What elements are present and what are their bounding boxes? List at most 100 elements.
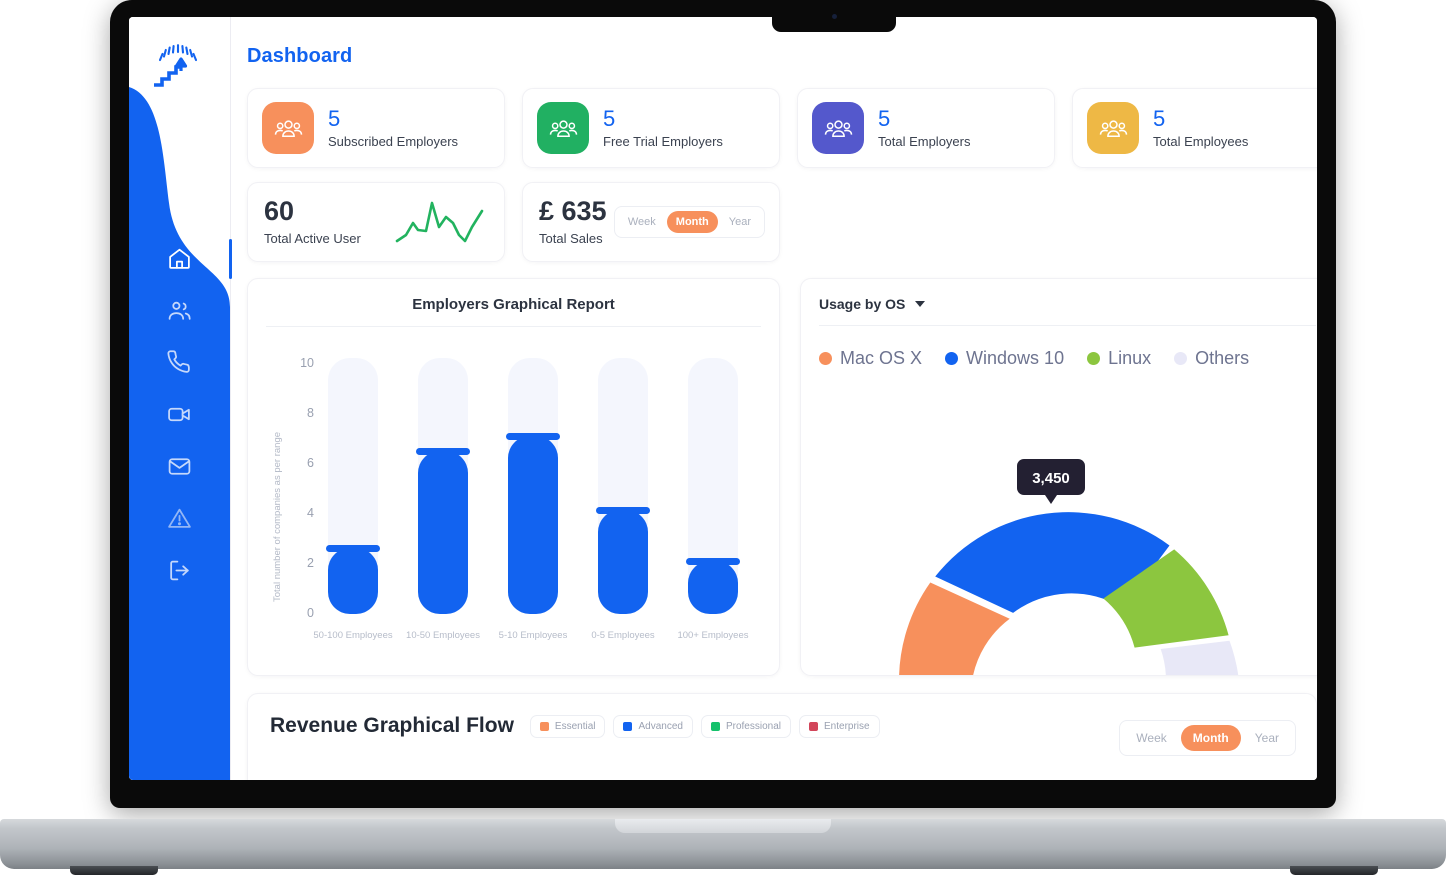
x-tick-0: 50-100 Employees <box>313 630 392 641</box>
bar-group-3 <box>596 358 650 614</box>
sidebar-item-video[interactable] <box>129 388 230 440</box>
sidebar-divider <box>230 17 231 780</box>
revenue-legend: Essential Advanced Professional Enterpri… <box>529 714 880 738</box>
revenue-legend-enterprise[interactable]: Enterprise <box>799 714 880 738</box>
stat-card-total-employers[interactable]: 5 Total Employers <box>797 88 1055 168</box>
legend-dot-others <box>1174 352 1188 365</box>
legend-label-others: Others <box>1195 348 1250 368</box>
revenue-range-year[interactable]: Year <box>1243 725 1291 751</box>
total-sales-label: Total Sales <box>539 231 603 246</box>
sales-range-toggle: Week Month Year <box>613 206 765 238</box>
employers-report-panel: Employers Graphical Report Total number … <box>247 278 780 676</box>
range-option-week[interactable]: Week <box>619 211 665 233</box>
stat-card-row: 5 Subscribed Employers 5 Free Trial Empl… <box>247 88 1317 168</box>
active-user-value: 60 <box>264 196 295 226</box>
legend-dot-linux <box>1087 352 1101 365</box>
gauge-segments <box>899 512 1239 675</box>
laptop-foot-right <box>1290 866 1378 875</box>
laptop-mockup: Dashboard 5 Subscribed Employers 5 Free … <box>0 0 1446 880</box>
os-legend: Mac OS X Windows 10 Linux Others <box>819 348 1316 369</box>
stat-value: 5 <box>1153 106 1166 132</box>
x-tick-1: 10-50 Employees <box>406 630 480 641</box>
legend-dot-mac <box>819 352 832 365</box>
stairs-growth-logo <box>154 44 198 87</box>
revenue-legend-professional[interactable]: Professional <box>700 714 791 738</box>
range-option-year[interactable]: Year <box>720 211 760 233</box>
bar-group-1 <box>416 358 470 614</box>
sidebar-item-home[interactable] <box>129 232 230 284</box>
sidebar-item-calls[interactable] <box>129 336 230 388</box>
alert-triangle-icon <box>168 508 191 528</box>
summary-card-row: 60 Total Active User £ 635 Total Sales W… <box>247 182 1317 262</box>
group-people-icon <box>1087 102 1139 154</box>
legend-item-mac[interactable]: Mac OS X <box>819 348 922 369</box>
stat-label: Free Trial Employers <box>603 133 723 149</box>
laptop-foot-left <box>70 866 158 875</box>
group-people-icon <box>262 102 314 154</box>
revenue-legend-advanced[interactable]: Advanced <box>613 714 693 738</box>
dashboard-app: Dashboard 5 Subscribed Employers 5 Free … <box>129 17 1317 780</box>
range-option-month[interactable]: Month <box>666 211 718 233</box>
stat-label: Total Employees <box>1153 133 1249 149</box>
legend-dot-professional <box>710 721 720 731</box>
total-sales-value: £ 635 <box>539 196 607 226</box>
os-usage-gauge-chart: 3,450 <box>899 459 1239 675</box>
stat-label: Subscribed Employers <box>328 133 459 149</box>
gauge-tooltip: 3,450 <box>1017 459 1085 504</box>
sidebar-item-mail[interactable] <box>129 440 230 492</box>
legend-label-enterprise: Enterprise <box>824 720 870 732</box>
x-tick-3: 0-5 Employees <box>591 630 655 641</box>
usage-by-os-title: Usage by OS <box>819 296 906 312</box>
legend-item-others[interactable]: Others <box>1174 348 1249 369</box>
usage-by-os-header: Usage by OS <box>819 296 1316 312</box>
sidebar <box>129 17 230 780</box>
legend-label-professional: Professional <box>725 720 781 732</box>
legend-item-linux[interactable]: Linux <box>1087 348 1151 369</box>
sidebar-item-logout[interactable] <box>129 544 230 596</box>
main-content: Dashboard 5 Subscribed Employers 5 Free … <box>230 17 1317 780</box>
x-tick-4: 100+ Employees <box>677 630 748 641</box>
revenue-range-toggle: Week Month Year <box>1119 720 1296 756</box>
charts-row: Employers Graphical Report Total number … <box>247 278 1317 676</box>
sidebar-item-users[interactable] <box>129 284 230 336</box>
legend-dot-enterprise <box>809 721 818 731</box>
usage-by-os-panel: Usage by OS Mac OS X Windows 10 Linux Ot… <box>800 278 1317 676</box>
legend-dot-essential <box>539 721 549 731</box>
gauge-segment-others <box>1160 640 1239 675</box>
page-title: Dashboard <box>247 45 353 67</box>
y-tick-8: 8 <box>307 406 314 420</box>
legend-label-essential: Essential <box>554 720 596 732</box>
stat-value: 5 <box>603 106 616 132</box>
revenue-legend-essential[interactable]: Essential <box>529 714 606 738</box>
sidebar-nav <box>129 232 230 596</box>
sparkline-chart <box>395 201 484 243</box>
group-people-icon <box>812 102 864 154</box>
y-tick-4: 4 <box>307 506 314 520</box>
webcam-lens-icon <box>832 14 837 19</box>
stat-card-free-trial-employers[interactable]: 5 Free Trial Employers <box>522 88 780 168</box>
total-sales-card[interactable]: £ 635 Total Sales Week Month Year <box>522 182 780 262</box>
bar-group-2 <box>506 358 560 614</box>
y-tick-0: 0 <box>307 606 314 620</box>
legend-item-windows[interactable]: Windows 10 <box>945 348 1064 369</box>
legend-dot-windows <box>945 352 959 365</box>
sidebar-item-alerts[interactable] <box>129 492 230 544</box>
group-people-icon <box>537 102 589 154</box>
revenue-range-month[interactable]: Month <box>1180 725 1241 751</box>
bar-group-4 <box>686 358 740 614</box>
legend-label-windows: Windows 10 <box>966 348 1065 368</box>
stat-card-subscribed-employers[interactable]: 5 Subscribed Employers <box>247 88 505 168</box>
revenue-header: Revenue Graphical Flow Essential Advance… <box>270 714 880 738</box>
y-tick-6: 6 <box>307 456 314 470</box>
revenue-range-week[interactable]: Week <box>1124 725 1178 751</box>
y-axis-title: Total number of companies as per range <box>272 432 283 602</box>
mail-icon <box>168 457 191 475</box>
laptop-screen: Dashboard 5 Subscribed Employers 5 Free … <box>129 17 1317 780</box>
legend-label-mac: Mac OS X <box>840 348 923 368</box>
video-icon <box>168 407 190 421</box>
active-user-label: Total Active User <box>264 231 361 246</box>
chevron-down-icon[interactable] <box>915 301 926 307</box>
legend-label-advanced: Advanced <box>638 720 683 732</box>
stat-card-total-employees[interactable]: 5 Total Employees <box>1072 88 1317 168</box>
active-user-card[interactable]: 60 Total Active User <box>247 182 505 262</box>
